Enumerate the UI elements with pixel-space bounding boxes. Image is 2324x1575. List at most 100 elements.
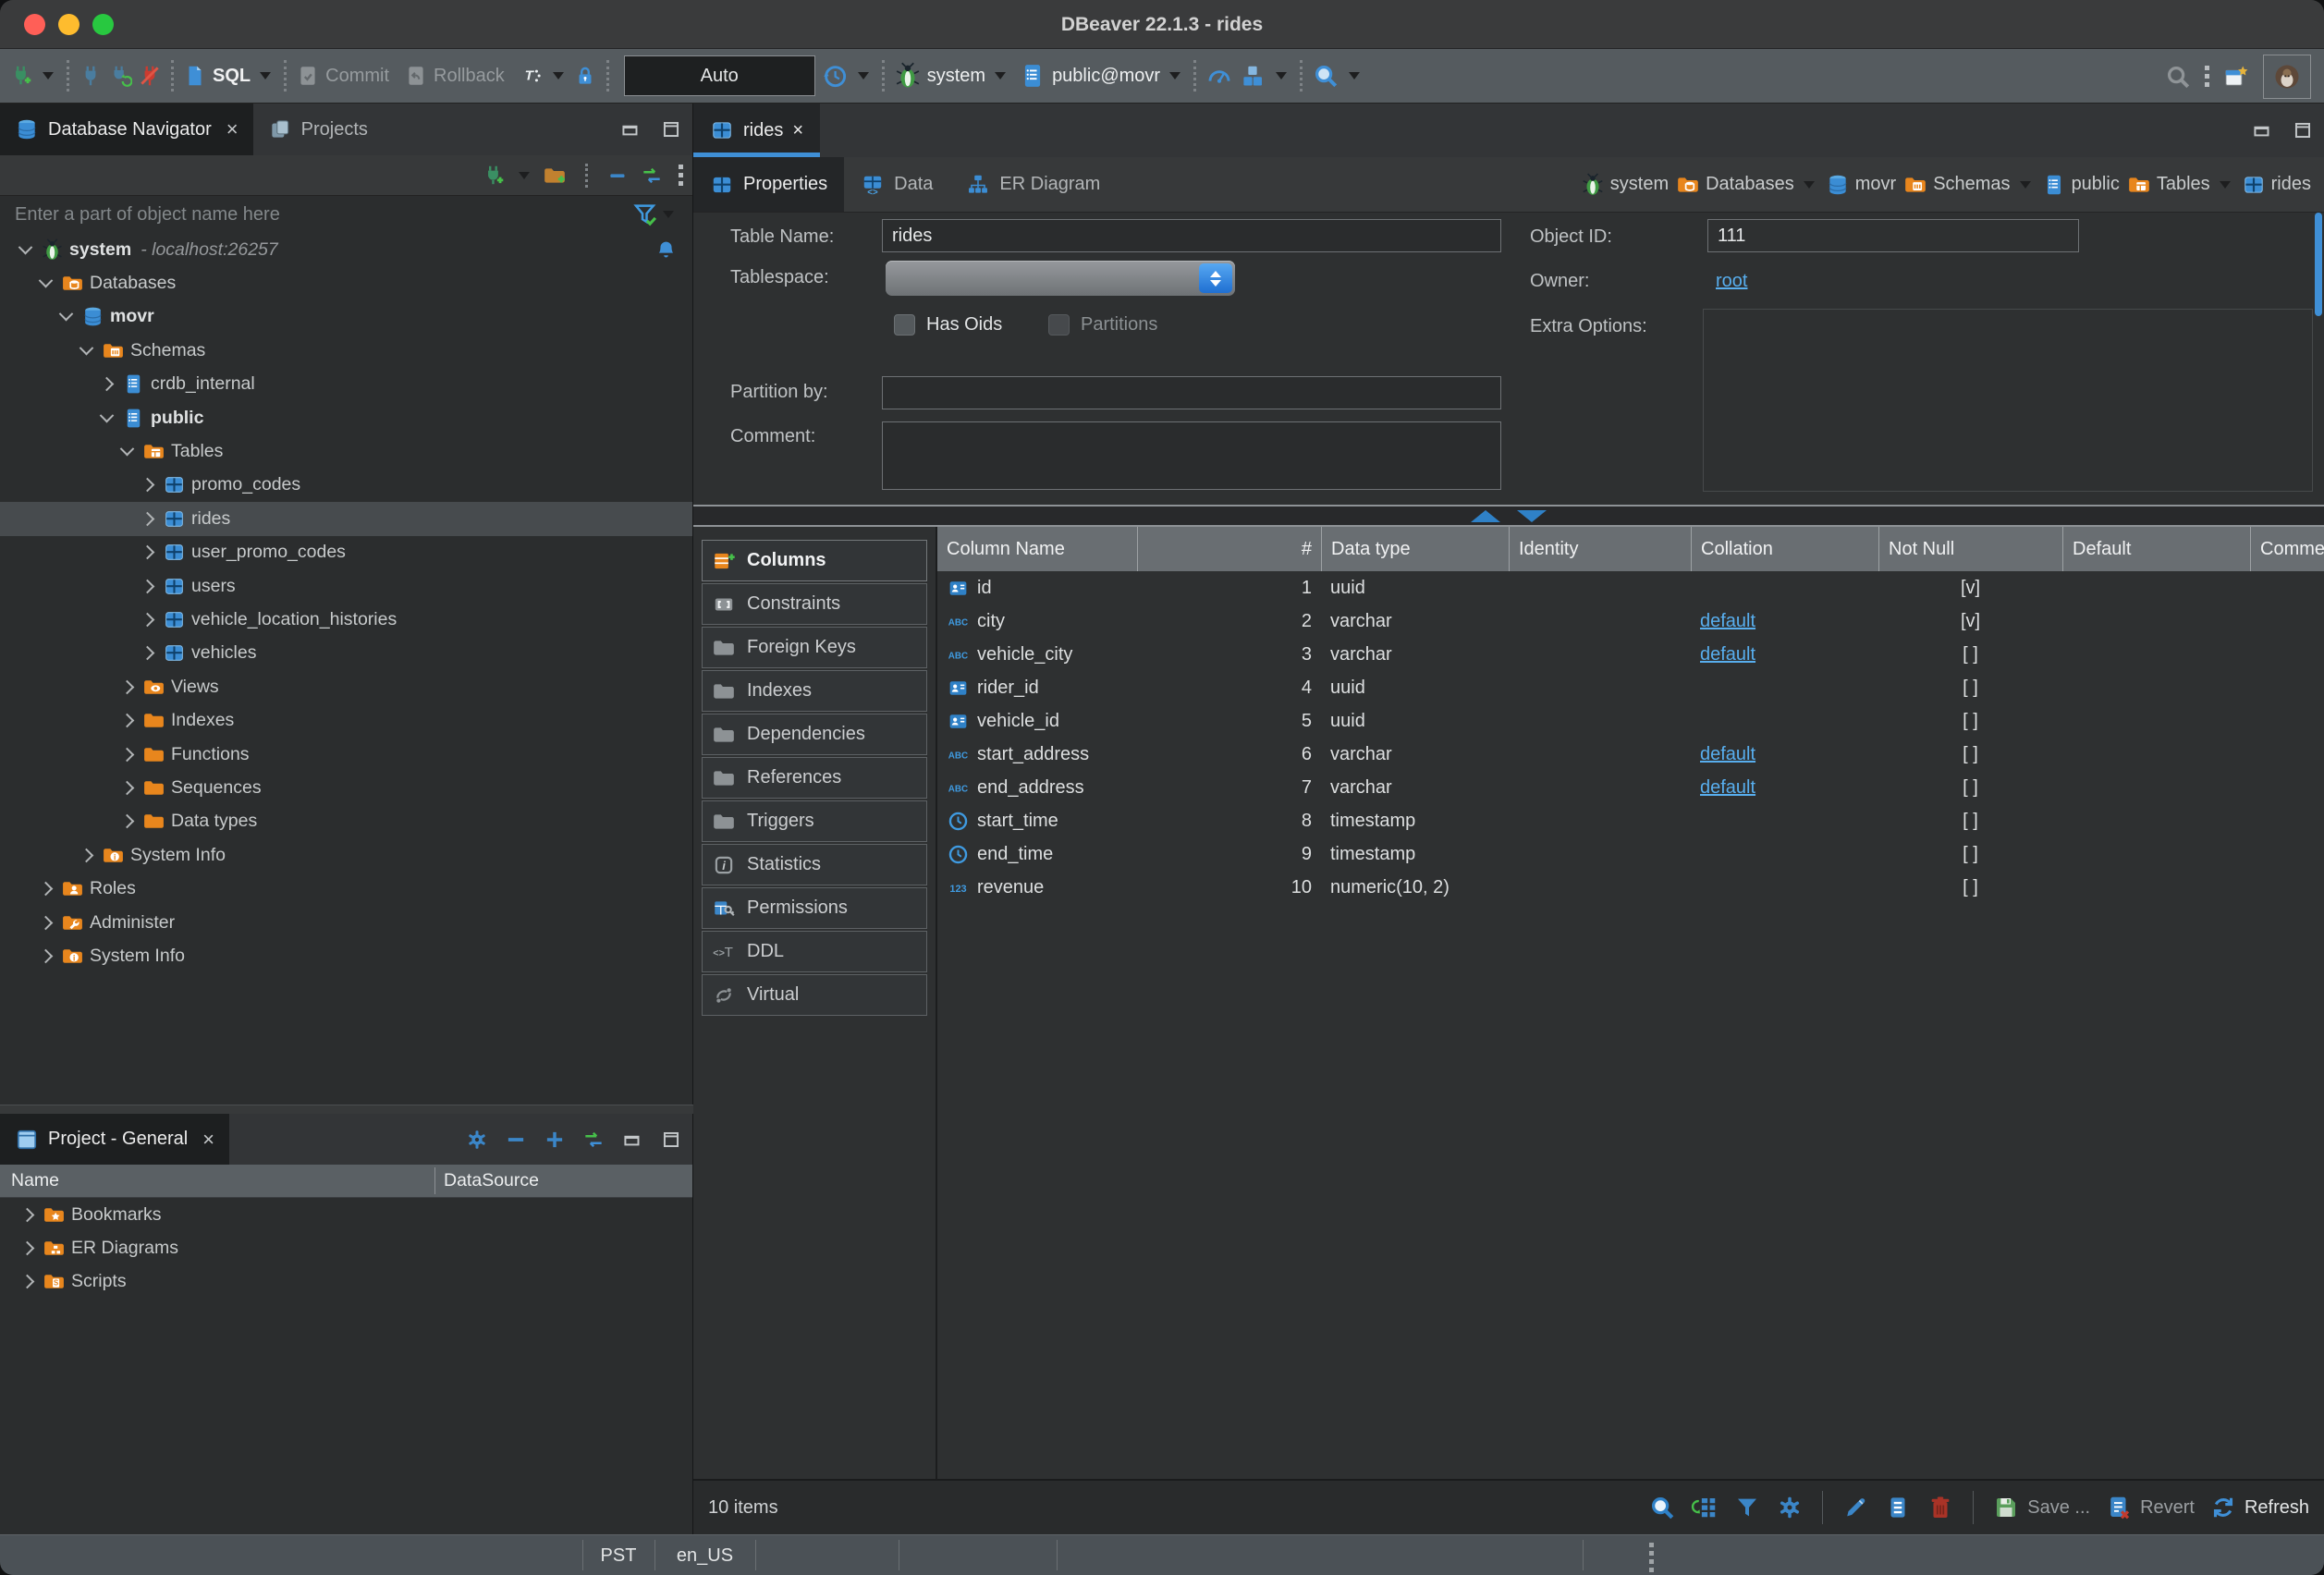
delete-column-icon[interactable]: [1926, 1494, 1954, 1521]
chevron-down-icon[interactable]: [1276, 72, 1287, 79]
grid-row-start_address[interactable]: ABCstart_address6varchardefault[ ]: [937, 738, 2324, 771]
subnav-ddl[interactable]: <>TDDL: [702, 931, 927, 972]
new-window-icon[interactable]: [2222, 63, 2250, 91]
locale-indicator[interactable]: en_US: [654, 1535, 755, 1575]
chevron-right-icon[interactable]: [31, 875, 59, 903]
tree-item-sequences[interactable]: Sequences: [0, 771, 692, 804]
subnav-permissions[interactable]: Permissions: [702, 887, 927, 929]
chevron-right-icon[interactable]: [31, 909, 59, 936]
tab-properties[interactable]: Properties: [693, 157, 844, 212]
link-with-editor-icon[interactable]: [640, 164, 664, 188]
chevron-right-icon[interactable]: [113, 808, 141, 836]
breadcrumb-item-schemas[interactable]: Schemas: [1903, 173, 2034, 197]
column-header-datasource[interactable]: DataSource: [434, 1170, 539, 1191]
minimize-panel-icon[interactable]: [2250, 118, 2274, 142]
link-with-editor-icon[interactable]: [581, 1128, 605, 1152]
has-oids-checkbox[interactable]: [894, 314, 915, 336]
grid-row-start_time[interactable]: start_time8timestamp[ ]: [937, 804, 2324, 837]
collation-link[interactable]: default: [1700, 744, 1755, 765]
comment-field[interactable]: [882, 421, 1501, 490]
maximize-window-button[interactable]: [92, 14, 114, 35]
tab-database-navigator[interactable]: Database Navigator ×: [0, 104, 253, 155]
grid-column-header-comment[interactable]: Comment: [2250, 527, 2324, 571]
grid-row-vehicle_id[interactable]: vehicle_id5uuid[ ]: [937, 704, 2324, 738]
chevron-down-icon[interactable]: [1804, 181, 1815, 189]
tree-item-rides[interactable]: rides: [0, 502, 692, 535]
grid-row-id[interactable]: id1uuid[v]: [937, 571, 2324, 604]
table-name-field[interactable]: rides: [882, 219, 1501, 252]
gear-icon[interactable]: [465, 1128, 489, 1152]
collapse-up-icon[interactable]: [1471, 510, 1500, 522]
tree-item-vehicle-location-histories[interactable]: vehicle_location_histories: [0, 603, 692, 636]
grid-row-rider_id[interactable]: rider_id4uuid[ ]: [937, 671, 2324, 704]
tree-item-tables[interactable]: Tables: [0, 434, 692, 468]
tab-data[interactable]: <>Data: [844, 157, 949, 212]
tab-project-general[interactable]: Project - General ×: [0, 1114, 229, 1165]
commit-button[interactable]: Commit: [296, 64, 389, 88]
chevron-down-icon[interactable]: [43, 72, 54, 79]
subnav-dependencies[interactable]: Dependencies: [702, 714, 927, 755]
tree-item-system-info[interactable]: iSystem Info: [0, 939, 692, 972]
collapse-all-icon[interactable]: [606, 164, 630, 188]
column-divider[interactable]: [434, 1167, 435, 1194]
grid-column-header-column-name[interactable]: Column Name: [937, 527, 1137, 571]
chevron-down-icon[interactable]: [11, 236, 39, 263]
chevron-down-icon[interactable]: [995, 72, 1006, 79]
search-icon[interactable]: [1312, 62, 1339, 90]
chevron-right-icon[interactable]: [72, 841, 100, 869]
column-header-name[interactable]: Name: [0, 1170, 434, 1191]
collation-link[interactable]: default: [1700, 611, 1755, 632]
chevron-down-icon[interactable]: [2220, 181, 2231, 189]
tree-item-crdb-internal[interactable]: crdb_internal: [0, 368, 692, 401]
maximize-panel-icon[interactable]: [659, 1128, 683, 1152]
chevron-right-icon[interactable]: [13, 1201, 41, 1228]
active-schema-selector[interactable]: public@movr: [1019, 62, 1184, 90]
breadcrumb-item-tables[interactable]: Tables: [2127, 173, 2234, 197]
chevron-right-icon[interactable]: [113, 673, 141, 701]
tree-item-system[interactable]: system- localhost:26257: [0, 233, 692, 266]
partitions-checkbox[interactable]: [1048, 314, 1070, 336]
subnav-columns[interactable]: Columns: [702, 540, 927, 581]
owner-link[interactable]: root: [1716, 271, 1747, 292]
grid-column-header--[interactable]: #: [1137, 527, 1321, 571]
subnav-indexes[interactable]: Indexes: [702, 670, 927, 712]
close-window-button[interactable]: [24, 14, 45, 35]
chevron-down-icon[interactable]: [113, 438, 141, 466]
grid-column-header-data-type[interactable]: Data type: [1321, 527, 1509, 571]
transaction-log-icon[interactable]: [821, 62, 849, 90]
chevron-right-icon[interactable]: [133, 505, 161, 532]
grid-filter-icon[interactable]: [1733, 1494, 1761, 1521]
chevron-down-icon[interactable]: [31, 270, 59, 298]
active-database-selector[interactable]: system: [894, 62, 1009, 90]
statusbar-grip[interactable]: [1649, 1543, 1654, 1572]
chevron-down-icon[interactable]: [72, 336, 100, 364]
tree-item-roles[interactable]: Roles: [0, 872, 692, 905]
maximize-panel-icon[interactable]: [659, 117, 683, 141]
partition-by-field[interactable]: [882, 376, 1501, 409]
chevron-right-icon[interactable]: [13, 1235, 41, 1263]
tree-item-indexes[interactable]: Indexes: [0, 703, 692, 737]
subnav-virtual[interactable]: Virtual: [702, 974, 927, 1016]
grid-row-end_address[interactable]: ABCend_address7varchardefault[ ]: [937, 771, 2324, 804]
save-button[interactable]: Save ...: [1992, 1494, 2090, 1521]
minimize-panel-icon[interactable]: [618, 117, 642, 141]
chevron-down-icon[interactable]: [92, 404, 120, 432]
breadcrumb-item-rides[interactable]: rides: [2242, 173, 2311, 197]
lock-icon[interactable]: [573, 64, 597, 88]
grid-row-vehicle_city[interactable]: ABCvehicle_city3varchardefault[ ]: [937, 638, 2324, 671]
collation-link[interactable]: default: [1700, 644, 1755, 665]
object-id-field[interactable]: 111: [1707, 219, 2079, 252]
chevron-down-icon[interactable]: [2020, 181, 2031, 189]
chevron-right-icon[interactable]: [113, 707, 141, 735]
grid-row-revenue[interactable]: 123revenue10numeric(10, 2)[ ]: [937, 871, 2324, 904]
grid-column-header-identity[interactable]: Identity: [1509, 527, 1691, 571]
minimize-window-button[interactable]: [58, 14, 80, 35]
tree-item-functions[interactable]: Functions: [0, 738, 692, 771]
close-icon[interactable]: ×: [226, 117, 239, 141]
reconnect-icon[interactable]: [108, 64, 132, 88]
filter-funnel-icon[interactable]: [631, 201, 659, 228]
chevron-right-icon[interactable]: [133, 605, 161, 633]
tree-item-databases[interactable]: Databases: [0, 266, 692, 299]
tab-er-diagram[interactable]: ER Diagram: [949, 157, 1117, 212]
tree-item-user-promo-codes[interactable]: user_promo_codes: [0, 536, 692, 569]
